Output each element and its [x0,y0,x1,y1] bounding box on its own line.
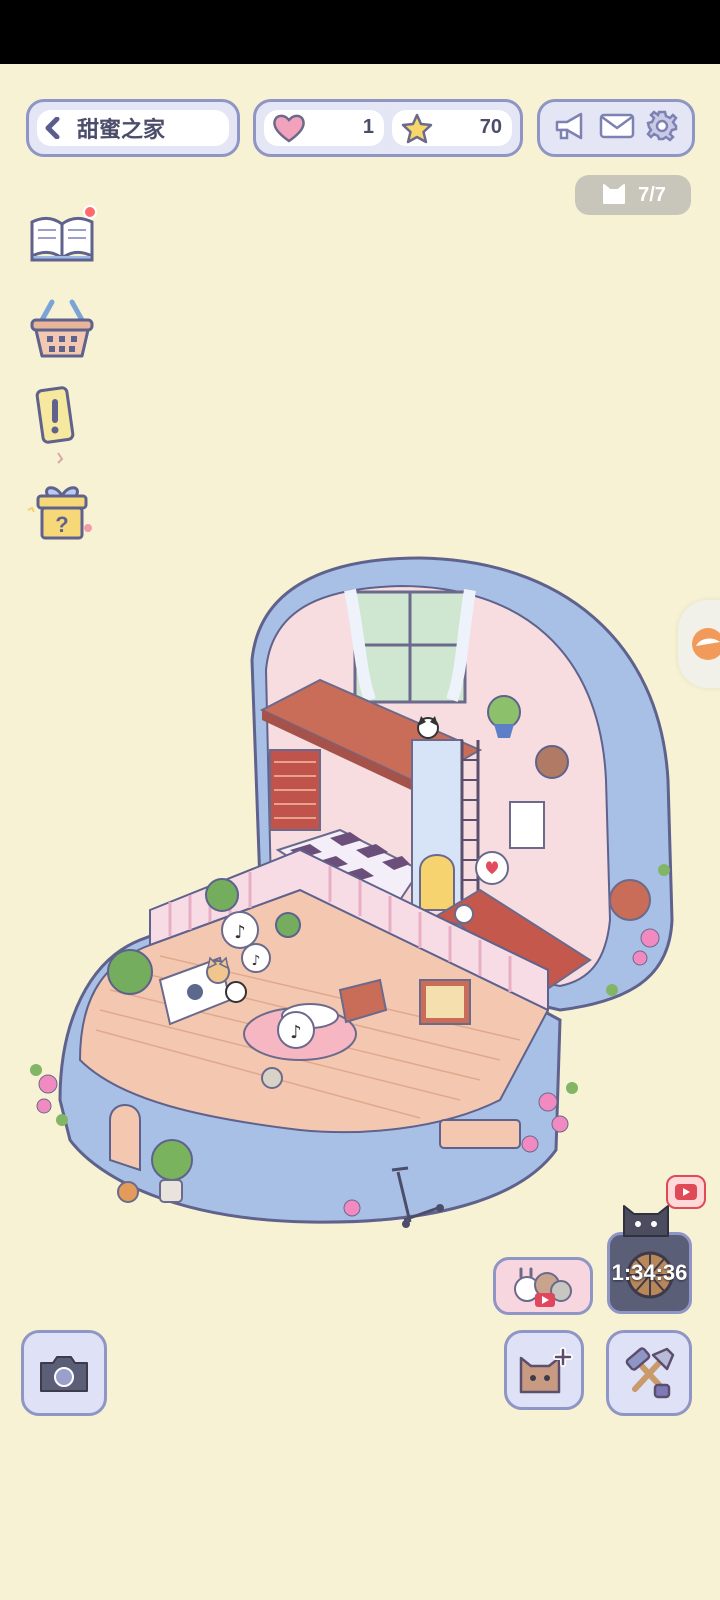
stars-counter[interactable]: 70 [392,110,512,146]
chevron-left-icon[interactable] [37,110,69,146]
video-play-icon [514,1267,572,1307]
home-title: 甜蜜之家 [77,117,166,142]
timer-countdown: 1:34:36 [611,1260,688,1285]
title-inner: 甜蜜之家 [37,110,229,146]
svg-text:♪: ♪ [234,922,246,943]
camera-icon [40,1356,88,1392]
cat-house-scene[interactable]: ♪ ♪ ♪ [0,540,720,1260]
hearts-counter[interactable]: 1 [264,110,384,146]
cat-head-icon [600,179,628,211]
svg-text:♪: ♪ [290,1022,302,1043]
cat-count-value: 7/7 [638,183,666,206]
video-ad-badge[interactable] [666,1175,706,1209]
camera-button[interactable] [21,1330,107,1416]
stars-value: 70 [479,116,502,138]
hammer-shovel-icon [625,1347,675,1399]
exclamation-card-icon[interactable] [22,385,102,465]
svg-text:?: ? [55,512,68,537]
watch-ad-button[interactable] [493,1257,593,1315]
svg-text:♪: ♪ [252,953,261,969]
gear-icon[interactable] [645,109,679,148]
top-tools-bar [537,99,695,157]
add-cat-button[interactable] [504,1330,584,1410]
house-illustration: ♪ ♪ ♪ [30,556,674,1228]
megaphone-icon[interactable] [553,110,589,147]
resource-bar: 1 70 [253,99,523,157]
mail-icon[interactable] [598,111,636,146]
home-title-bar: 甜蜜之家 [26,99,240,157]
status-bar [0,0,720,64]
star-icon [400,113,434,150]
timer-event-button[interactable]: 1:34:36 [607,1232,692,1314]
hearts-value: 1 [362,116,374,138]
cat-count-badge: 7/7 [575,175,691,215]
basket-icon[interactable] [22,290,102,370]
build-tools-button[interactable] [606,1330,692,1416]
video-play-icon [675,1184,697,1200]
add-cat-icon [519,1347,573,1394]
book-icon[interactable] [22,198,102,278]
heart-icon [272,113,306,148]
